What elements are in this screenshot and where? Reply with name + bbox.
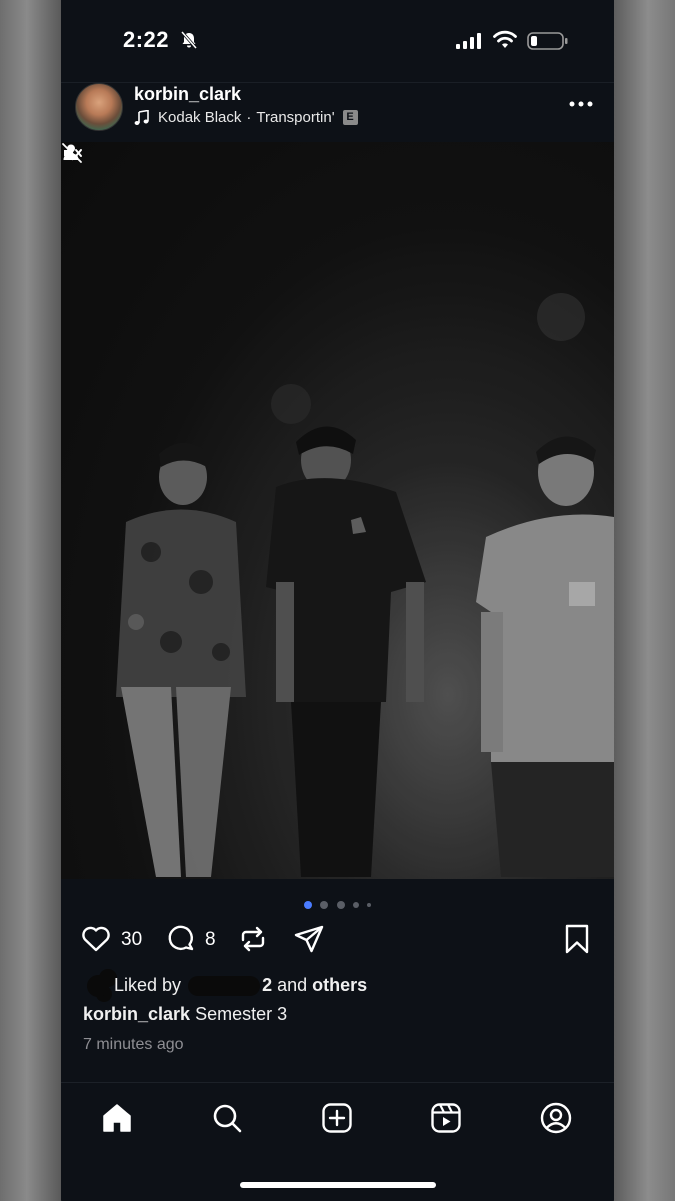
bell-slash-icon: [180, 31, 198, 49]
redacted-username: [188, 976, 261, 997]
repost-icon[interactable]: [237, 923, 269, 955]
status-time: 2:22: [123, 27, 170, 52]
photo-scene: [61, 142, 614, 879]
comments-count[interactable]: 8: [205, 929, 216, 951]
liked-by-prefix: Liked by: [114, 975, 182, 995]
explicit-badge: E: [342, 110, 358, 125]
create-post-icon[interactable]: [320, 1101, 354, 1135]
post-photo[interactable]: [61, 142, 614, 879]
redacted-avatar: [87, 975, 109, 998]
profile-icon[interactable]: [539, 1101, 573, 1135]
liked-by-user-suffix[interactable]: 2: [262, 975, 272, 995]
comment-icon[interactable]: [165, 923, 197, 955]
music-artist: Kodak Black: [158, 109, 242, 126]
caption-username[interactable]: korbin_clark: [83, 1004, 190, 1024]
music-attribution[interactable]: Kodak Black · Transportin' E: [134, 109, 358, 126]
music-separator: ·: [246, 109, 252, 126]
carousel-dot: [320, 900, 329, 909]
carousel-indicator: [61, 896, 614, 909]
caption-text: Semester 3: [195, 1004, 288, 1024]
status-bar: 2:22: [61, 0, 614, 82]
post-actions: 30 8: [61, 920, 614, 960]
post-caption: korbin_clark Semester 3: [83, 1004, 287, 1025]
carousel-dot: [336, 900, 345, 909]
post-timestamp: 7 minutes ago: [83, 1036, 184, 1053]
post-header: korbin_clark Kodak Black · Transportin' …: [61, 82, 614, 143]
reels-icon[interactable]: [429, 1101, 463, 1135]
avatar[interactable]: [75, 83, 123, 131]
wifi-icon: [493, 30, 517, 48]
music-song: Transportin': [256, 109, 335, 126]
liked-by-others[interactable]: others: [312, 975, 367, 995]
likes-count[interactable]: 30: [121, 929, 142, 951]
music-note-icon: [134, 109, 149, 125]
battery-icon: [527, 32, 568, 50]
carousel-dot: [367, 902, 372, 907]
heart-icon[interactable]: [80, 923, 112, 955]
sound-off-icon[interactable]: [61, 142, 83, 164]
cellular-signal-icon: [456, 33, 481, 49]
home-indicator[interactable]: [240, 1182, 436, 1188]
more-options-icon[interactable]: [569, 101, 593, 107]
search-icon[interactable]: [210, 1101, 244, 1135]
instagram-post-screen: 2:22 korbin_clark Kodak Black · Transpor…: [61, 0, 614, 1200]
liked-by-connector: and: [277, 975, 308, 995]
share-icon[interactable]: [293, 923, 325, 955]
carousel-dot: [352, 901, 359, 908]
liked-by-row[interactable]: Liked by 2 and others: [83, 975, 367, 998]
post-username[interactable]: korbin_clark: [134, 84, 241, 105]
carousel-dot-active: [303, 900, 312, 909]
bookmark-icon[interactable]: [561, 923, 593, 955]
home-icon[interactable]: [100, 1101, 134, 1135]
bottom-nav: [61, 1082, 614, 1201]
